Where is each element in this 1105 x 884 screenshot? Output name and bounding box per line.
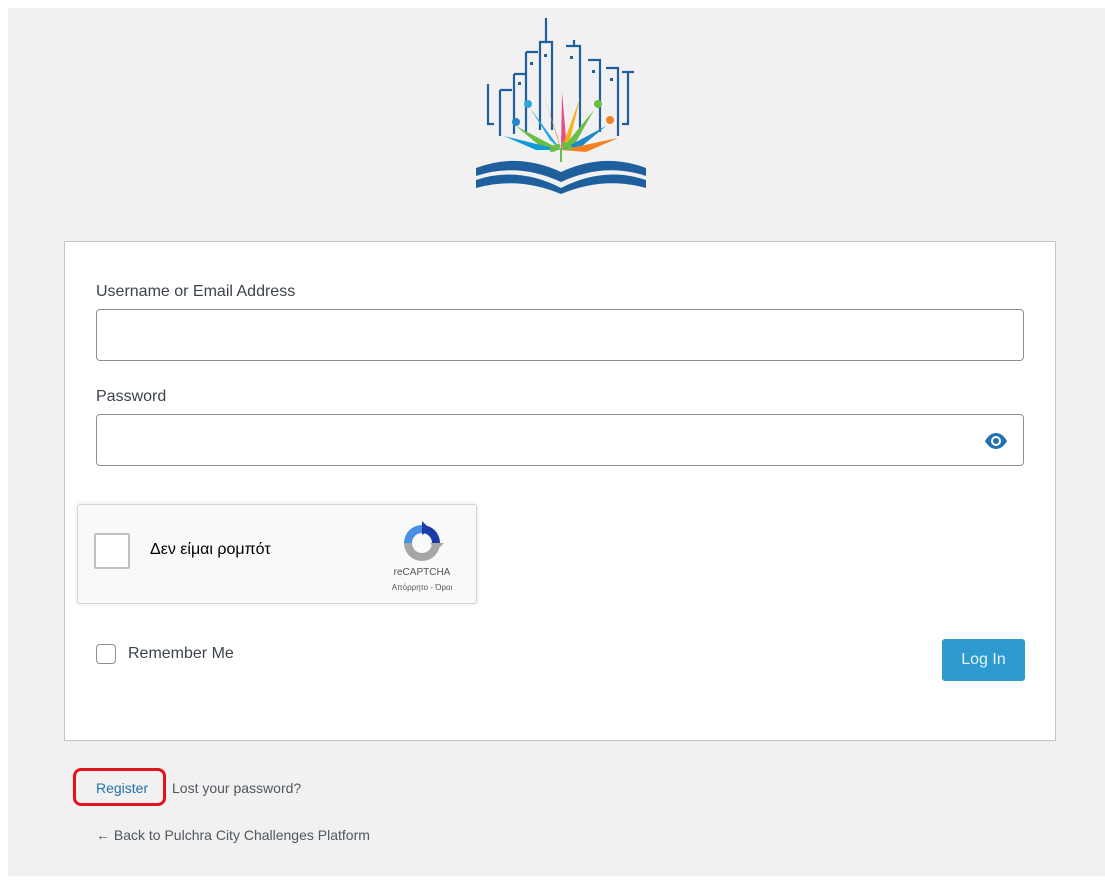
register-link[interactable]: Register bbox=[96, 780, 148, 796]
back-to-site-link[interactable]: ← Back to Pulchra City Challenges Platfo… bbox=[96, 827, 370, 843]
remember-me-label: Remember Me bbox=[128, 645, 234, 662]
recaptcha-brand: reCAPTCHA bbox=[393, 567, 451, 578]
eye-icon bbox=[985, 433, 1007, 449]
log-in-button[interactable]: Log In bbox=[942, 639, 1025, 681]
recaptcha-checkbox[interactable] bbox=[94, 533, 130, 569]
recaptcha-label: Δεν είμαι ρομπότ bbox=[150, 541, 271, 558]
recaptcha-terms-link[interactable]: Απόρρητο - Όροι bbox=[374, 583, 470, 592]
username-label: Username or Email Address bbox=[96, 283, 296, 300]
recaptcha-widget: Δεν είμαι ρομπότ reCAPTCHA Απόρρητο - Όρ… bbox=[77, 504, 477, 604]
lost-password-link[interactable]: Lost your password? bbox=[172, 780, 301, 796]
password-input[interactable] bbox=[96, 414, 1024, 466]
remember-me-checkbox[interactable] bbox=[96, 644, 116, 664]
show-password-button[interactable] bbox=[976, 421, 1016, 461]
recaptcha-logo-icon bbox=[404, 521, 444, 561]
city-book-logo-icon bbox=[476, 18, 646, 194]
username-input[interactable] bbox=[96, 309, 1024, 361]
password-label: Password bbox=[96, 388, 167, 405]
